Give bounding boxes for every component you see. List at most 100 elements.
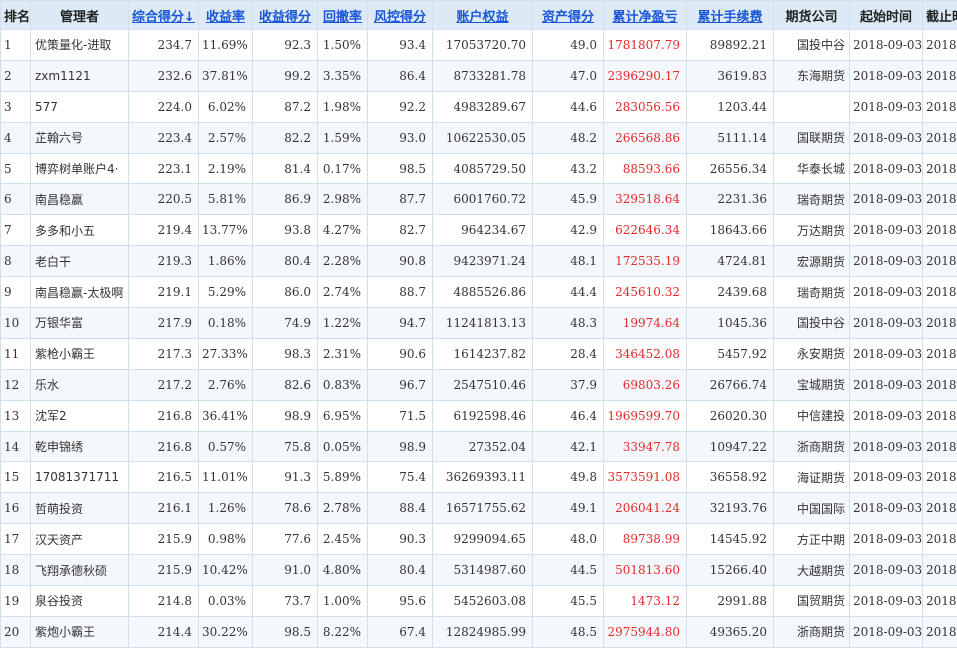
cell-rank: 13 (0, 399, 31, 432)
table-row: 15 17081371711 216.5 11.01% 91.3 5.89% 75.4 362… (0, 461, 957, 494)
cell-score: 219.4 (128, 214, 199, 247)
cell-score: 232.6 (128, 59, 199, 92)
cell-equity: 1614237.82 (432, 337, 533, 370)
cell-score: 234.7 (128, 29, 199, 61)
cell-return-score: 93.8 (252, 214, 318, 247)
column-header-fees[interactable]: 累计手续费 (686, 0, 774, 30)
cell-end: 2018-09-21 (922, 276, 957, 309)
cell-end: 2018-09-21 (922, 554, 957, 587)
cell-fees: 26556.34 (686, 152, 774, 185)
cell-manager: 17081371711 (30, 461, 129, 494)
table-row: 11 紫枪小霸王 217.3 27.33% 98.3 2.31% 90.6 1614237.8… (0, 337, 957, 370)
cell-asset-score: 43.2 (532, 152, 604, 185)
cell-equity: 10622530.05 (432, 121, 533, 154)
cell-risk-score: 98.9 (367, 430, 433, 463)
cell-start: 2018-09-03 (849, 29, 923, 61)
cell-fees: 5111.14 (686, 121, 774, 154)
cell-risk-score: 93.4 (367, 29, 433, 61)
cell-rank: 20 (0, 615, 31, 648)
cell-end: 2018-09-21 (922, 245, 957, 278)
cell-return-rate: 2.19% (198, 152, 253, 185)
cell-equity: 11241813.13 (432, 307, 533, 339)
cell-drawdown: 0.83% (317, 368, 368, 401)
cell-score: 220.5 (128, 183, 199, 216)
cell-start: 2018-09-03 (849, 615, 923, 648)
table-row: 20 紫炮小霸王 214.4 30.22% 98.5 8.22% 67.4 12824985.… (0, 615, 957, 648)
cell-return-score: 80.4 (252, 245, 318, 278)
cell-manager: 博弈树单账户4· (30, 152, 129, 185)
column-header-score[interactable]: 综合得分↓ (128, 0, 199, 30)
cell-risk-score: 90.6 (367, 337, 433, 370)
cell-rank: 16 (0, 492, 31, 525)
column-header-asset-score[interactable]: 资产得分 (532, 0, 604, 30)
cell-asset-score: 48.2 (532, 121, 604, 154)
cell-return-score: 91.3 (252, 461, 318, 494)
cell-rank: 3 (0, 90, 31, 123)
cell-fees: 26766.74 (686, 368, 774, 401)
cell-net-profit: 1781807.79 (603, 29, 687, 61)
table-row: 13 沈军2 216.8 36.41% 98.9 6.95% 71.5 6192598.46 4… (0, 399, 957, 432)
cell-net-profit: 266568.86 (603, 121, 687, 154)
column-header-drawdown[interactable]: 回撤率 (317, 0, 368, 30)
cell-net-profit: 2975944.80 (603, 615, 687, 648)
cell-fees: 3619.83 (686, 59, 774, 92)
cell-net-profit: 33947.78 (603, 430, 687, 463)
cell-asset-score: 49.8 (532, 461, 604, 494)
table-body: 1 优策量化-进取 234.7 11.69% 92.3 1.50% 93.4 17053720… (0, 29, 957, 648)
cell-risk-score: 71.5 (367, 399, 433, 432)
cell-drawdown: 2.31% (317, 337, 368, 370)
column-header-net-profit[interactable]: 累计净盈亏 (603, 0, 687, 30)
cell-risk-score: 87.7 (367, 183, 433, 216)
column-header-company: 期货公司 (773, 0, 850, 30)
cell-manager: 紫炮小霸王 (30, 615, 129, 648)
cell-risk-score: 80.4 (367, 554, 433, 587)
cell-return-score: 81.4 (252, 152, 318, 185)
cell-risk-score: 90.8 (367, 245, 433, 278)
cell-equity: 9423971.24 (432, 245, 533, 278)
cell-company: 海证期货 (773, 461, 850, 494)
cell-net-profit: 245610.32 (603, 276, 687, 309)
cell-net-profit: 88593.66 (603, 152, 687, 185)
column-header-risk-score[interactable]: 风控得分 (367, 0, 433, 30)
cell-rank: 5 (0, 152, 31, 185)
cell-net-profit: 172535.19 (603, 245, 687, 278)
cell-rank: 7 (0, 214, 31, 247)
cell-equity: 9299094.65 (432, 523, 533, 556)
cell-company: 大越期货 (773, 554, 850, 587)
cell-start: 2018-09-03 (849, 461, 923, 494)
cell-score: 216.8 (128, 399, 199, 432)
cell-risk-score: 90.3 (367, 523, 433, 556)
cell-company: 国投中谷 (773, 307, 850, 339)
cell-equity: 8733281.78 (432, 59, 533, 92)
cell-risk-score: 67.4 (367, 615, 433, 648)
cell-net-profit: 89738.99 (603, 523, 687, 556)
cell-return-rate: 37.81% (198, 59, 253, 92)
cell-start: 2018-09-03 (849, 183, 923, 216)
cell-score: 216.1 (128, 492, 199, 525)
cell-rank: 9 (0, 276, 31, 309)
cell-fees: 32193.76 (686, 492, 774, 525)
cell-return-score: 98.5 (252, 615, 318, 648)
cell-start: 2018-09-03 (849, 368, 923, 401)
cell-company: 国联期货 (773, 121, 850, 154)
column-header-equity[interactable]: 账户权益 (432, 0, 533, 30)
cell-score: 216.5 (128, 461, 199, 494)
column-header-return-rate[interactable]: 收益率 (198, 0, 253, 30)
cell-company (773, 90, 850, 123)
cell-fees: 26020.30 (686, 399, 774, 432)
cell-end: 2018-09-21 (922, 461, 957, 494)
cell-drawdown: 0.05% (317, 430, 368, 463)
cell-end: 2018-09-21 (922, 368, 957, 401)
cell-asset-score: 49.1 (532, 492, 604, 525)
cell-company: 瑞奇期货 (773, 183, 850, 216)
cell-manager: 泉谷投资 (30, 585, 129, 617)
cell-asset-score: 45.5 (532, 585, 604, 617)
column-header-return-score[interactable]: 收益得分 (252, 0, 318, 30)
cell-score: 214.4 (128, 615, 199, 648)
cell-equity: 17053720.70 (432, 29, 533, 61)
cell-manager: 万银华富 (30, 307, 129, 339)
cell-asset-score: 47.0 (532, 59, 604, 92)
cell-return-score: 75.8 (252, 430, 318, 463)
cell-manager: 优策量化-进取 (30, 29, 129, 61)
cell-start: 2018-09-03 (849, 121, 923, 154)
